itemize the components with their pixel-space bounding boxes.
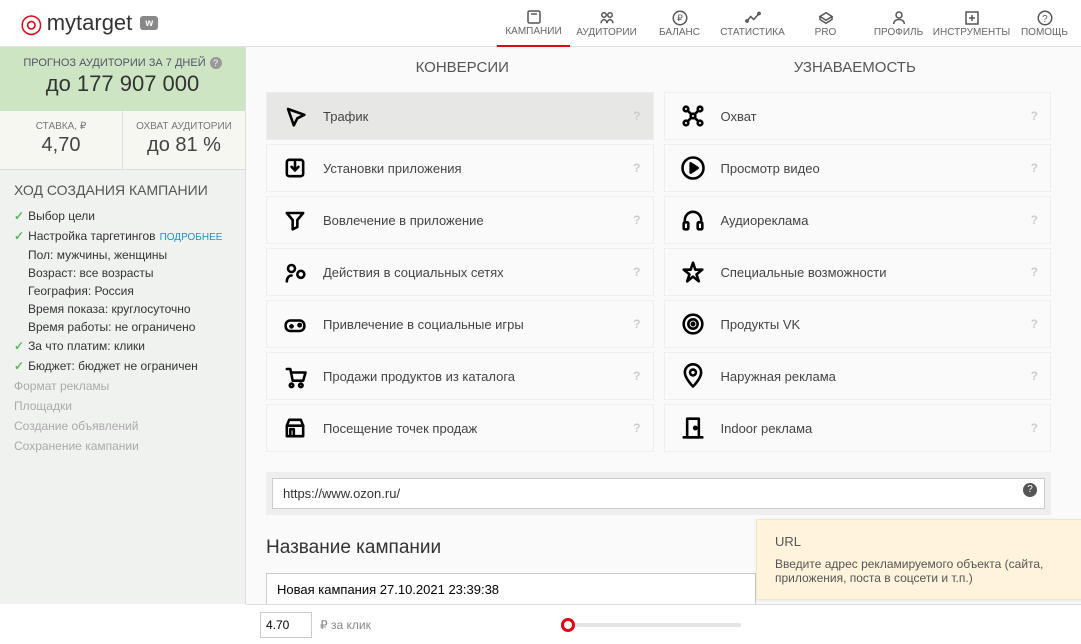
- goal-social[interactable]: Действия в социальных сетях?: [266, 248, 654, 296]
- help-icon[interactable]: ?: [633, 265, 640, 279]
- goal-door[interactable]: Indoor реклама?: [664, 404, 1052, 452]
- bid-slider[interactable]: [561, 623, 741, 627]
- topnav: КАМПАНИИАУДИТОРИИ₽БАЛАНССТАТИСТИКАPROПРО…: [497, 0, 1081, 47]
- help-icon[interactable]: ?: [1031, 109, 1038, 123]
- url-box: ?: [266, 472, 1051, 515]
- funnel-icon: [277, 206, 313, 234]
- progress-step[interactable]: Формат рекламы: [14, 376, 231, 396]
- progress-sub: Время работы: не ограничено: [14, 318, 231, 336]
- goal-network[interactable]: Охват?: [664, 92, 1052, 140]
- logo-text-b: target: [76, 10, 132, 36]
- nav-помощь[interactable]: ?ПОМОЩЬ: [1008, 0, 1081, 47]
- star-icon: [675, 258, 711, 286]
- logo-text-a: my: [47, 10, 76, 36]
- help-icon[interactable]: ?: [1031, 213, 1038, 227]
- progress-section: ХОД СОЗДАНИЯ КАМПАНИИ Выбор целиНастройк…: [0, 170, 245, 468]
- content: КОНВЕРСИИ УЗНАВАЕМОСТЬ Трафик?Установки …: [246, 47, 1081, 604]
- bottom-bar: ₽ за клик: [246, 604, 1081, 644]
- goal-play[interactable]: Просмотр видео?: [664, 144, 1052, 192]
- nav-баланс[interactable]: ₽БАЛАНС: [643, 0, 716, 47]
- cart-icon: [277, 362, 313, 390]
- help-icon[interactable]: ?: [1031, 161, 1038, 175]
- slider-knob[interactable]: [561, 618, 575, 632]
- pin-icon: [675, 362, 711, 390]
- goal-headphones[interactable]: Аудиореклама?: [664, 196, 1052, 244]
- help-icon[interactable]: ?: [633, 161, 640, 175]
- campaign-name-input[interactable]: [266, 573, 756, 604]
- url-tooltip: URL Введите адрес рекламируемого объекта…: [756, 519, 1081, 600]
- progress-step[interactable]: Сохранение кампании: [14, 436, 231, 456]
- help-icon[interactable]: ?: [633, 109, 640, 123]
- goal-pin[interactable]: Наружная реклама?: [664, 352, 1052, 400]
- nav-статистика[interactable]: СТАТИСТИКА: [716, 0, 789, 47]
- nav-pro[interactable]: PRO: [789, 0, 862, 47]
- progress-step[interactable]: За что платим: клики: [14, 336, 231, 356]
- bid-unit: ₽ за клик: [320, 618, 371, 632]
- social-icon: [277, 258, 313, 286]
- url-input[interactable]: [272, 478, 1045, 509]
- progress-sub: Пол: мужчины, женщины: [14, 246, 231, 264]
- forecast-label: ПРОГНОЗ АУДИТОРИИ ЗА 7 ДНЕЙ?: [0, 57, 245, 69]
- progress-step[interactable]: Площадки: [14, 396, 231, 416]
- progress-sub: Возраст: все возрасты: [14, 264, 231, 282]
- goal-gamepad[interactable]: Привлечение в социальные игры?: [266, 300, 654, 348]
- progress-title: ХОД СОЗДАНИЯ КАМПАНИИ: [14, 182, 231, 198]
- help-icon[interactable]: ?: [633, 369, 640, 383]
- goal-star[interactable]: Специальные возможности?: [664, 248, 1052, 296]
- bid-box: СТАВКА, ₽ 4,70: [0, 111, 123, 169]
- svg-text:₽: ₽: [677, 13, 683, 23]
- forecast-box: ПРОГНОЗ АУДИТОРИИ ЗА 7 ДНЕЙ? до 177 907 …: [0, 47, 245, 111]
- goal-store[interactable]: Посещение точек продаж?: [266, 404, 654, 452]
- progress-step[interactable]: Бюджет: бюджет не ограничен: [14, 356, 231, 376]
- help-icon[interactable]: ?: [1023, 483, 1037, 497]
- door-icon: [675, 414, 711, 442]
- store-icon: [277, 414, 313, 442]
- help-icon[interactable]: ?: [1031, 265, 1038, 279]
- reach-box: ОХВАТ АУДИТОРИИ до 81 %: [123, 111, 245, 169]
- help-icon[interactable]: ?: [633, 317, 640, 331]
- network-icon: [675, 102, 711, 130]
- progress-step[interactable]: Выбор цели: [14, 206, 231, 226]
- help-icon[interactable]: ?: [1031, 369, 1038, 383]
- goal-funnel[interactable]: Вовлечение в приложение?: [266, 196, 654, 244]
- help-icon[interactable]: ?: [1031, 421, 1038, 435]
- stats-row: СТАВКА, ₽ 4,70 ОХВАТ АУДИТОРИИ до 81 %: [0, 111, 245, 170]
- header: ◎ mytarget w КАМПАНИИАУДИТОРИИ₽БАЛАНССТА…: [0, 0, 1081, 47]
- help-icon[interactable]: ?: [633, 421, 640, 435]
- goal-download[interactable]: Установки приложения?: [266, 144, 654, 192]
- help-icon[interactable]: ?: [633, 213, 640, 227]
- goal-cursor[interactable]: Трафик?: [266, 92, 654, 140]
- forecast-value: до 177 907 000: [0, 71, 245, 97]
- progress-sub: Время показа: круглосуточно: [14, 300, 231, 318]
- goals-header-left: КОНВЕРСИИ: [266, 47, 659, 92]
- target-icon: [675, 310, 711, 338]
- progress-step[interactable]: Настройка таргетинговПОДРОБНЕЕ: [14, 226, 231, 246]
- play-icon: [675, 154, 711, 182]
- goals-header-right: УЗНАВАЕМОСТЬ: [659, 47, 1052, 92]
- nav-аудитории[interactable]: АУДИТОРИИ: [570, 0, 643, 47]
- headphones-icon: [675, 206, 711, 234]
- goal-cart[interactable]: Продажи продуктов из каталога?: [266, 352, 654, 400]
- svg-text:?: ?: [1042, 13, 1048, 24]
- progress-step[interactable]: Создание объявлений: [14, 416, 231, 436]
- cursor-icon: [277, 102, 313, 130]
- gamepad-icon: [277, 310, 313, 338]
- vk-badge: w: [140, 16, 158, 30]
- sidebar: ПРОГНОЗ АУДИТОРИИ ЗА 7 ДНЕЙ? до 177 907 …: [0, 47, 246, 604]
- download-icon: [277, 154, 313, 182]
- logo-icon: ◎: [20, 8, 43, 39]
- logo[interactable]: ◎ mytarget w: [0, 8, 360, 39]
- bid-input[interactable]: [260, 612, 312, 638]
- nav-кампании[interactable]: КАМПАНИИ: [497, 0, 570, 47]
- goal-target[interactable]: Продукты VK?: [664, 300, 1052, 348]
- nav-инструменты[interactable]: ИНСТРУМЕНТЫ: [935, 0, 1008, 47]
- progress-sub: География: Россия: [14, 282, 231, 300]
- help-icon[interactable]: ?: [1031, 317, 1038, 331]
- nav-профиль[interactable]: ПРОФИЛЬ: [862, 0, 935, 47]
